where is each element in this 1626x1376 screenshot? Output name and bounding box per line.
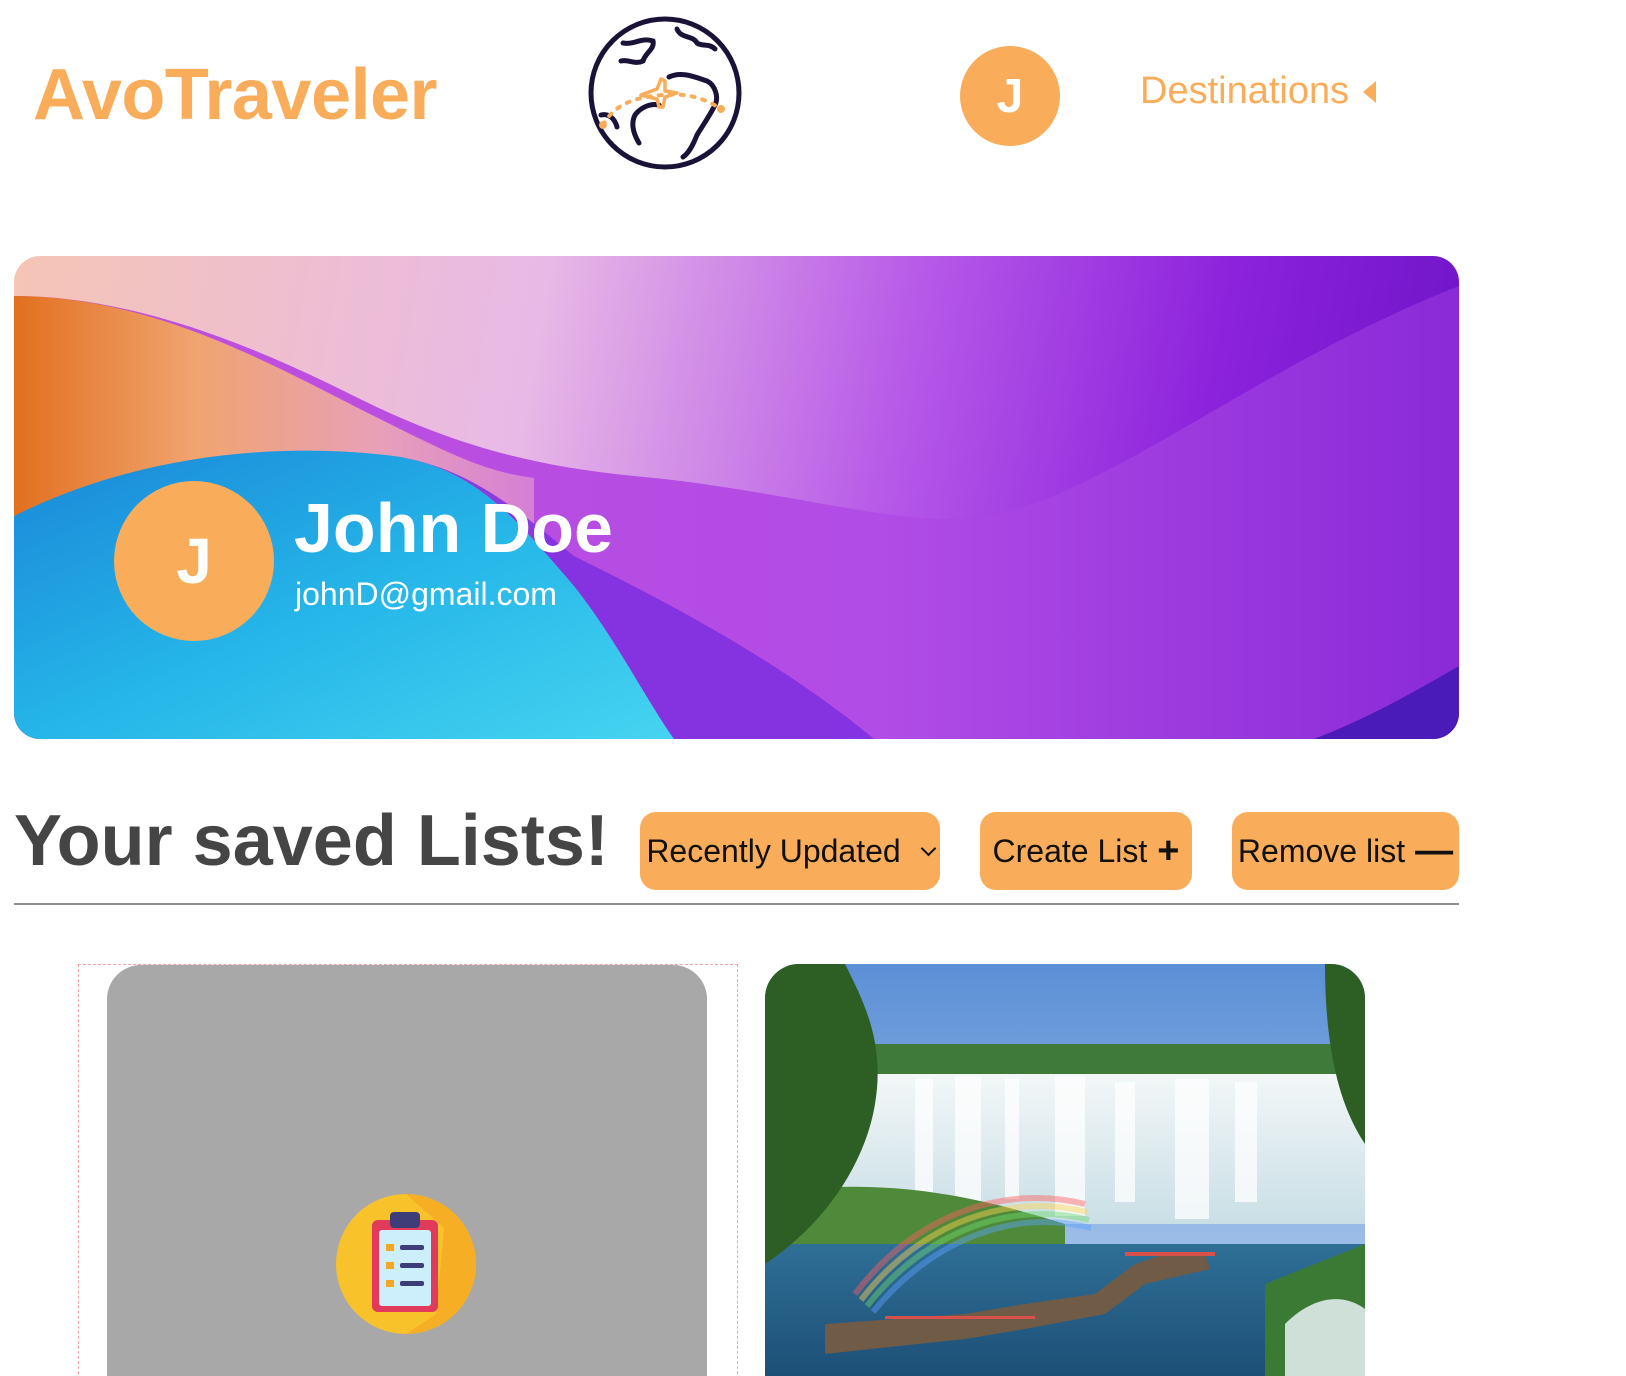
section-divider <box>14 903 1459 905</box>
minus-icon: — <box>1415 830 1454 872</box>
list-card-waterfall[interactable] <box>765 964 1365 1376</box>
waterfall-rainbow-photo <box>765 964 1365 1376</box>
brand-title[interactable]: AvoTraveler <box>33 54 438 136</box>
profile-name: John Doe <box>294 489 613 567</box>
clipboard-list-icon <box>336 1194 476 1334</box>
profile-email: johnD@gmail.com <box>295 576 557 612</box>
saved-lists-heading: Your saved Lists! <box>14 801 609 881</box>
user-avatar[interactable]: J <box>960 46 1060 146</box>
create-list-button[interactable]: Create List + <box>980 812 1192 890</box>
remove-list-button[interactable]: Remove list — <box>1232 812 1459 890</box>
sort-dropdown-label: Recently Updated <box>646 832 901 869</box>
destinations-label: Destinations <box>1140 70 1350 112</box>
create-list-label: Create List <box>992 832 1148 869</box>
profile-banner: J John Doe johnD@gmail.com <box>14 256 1459 739</box>
chevron-down-icon <box>920 840 936 856</box>
sort-dropdown[interactable]: Recently Updated <box>640 812 940 890</box>
caret-left-icon <box>1363 80 1377 103</box>
globe-plane-icon[interactable] <box>585 13 745 173</box>
page: AvoTraveler J Destinations J John Doe jo… <box>0 0 1626 1376</box>
remove-list-label: Remove list <box>1237 832 1406 869</box>
profile-avatar[interactable]: J <box>114 481 274 641</box>
destinations-menu[interactable]: Destinations <box>1140 70 1377 113</box>
plus-icon: + <box>1157 830 1180 872</box>
